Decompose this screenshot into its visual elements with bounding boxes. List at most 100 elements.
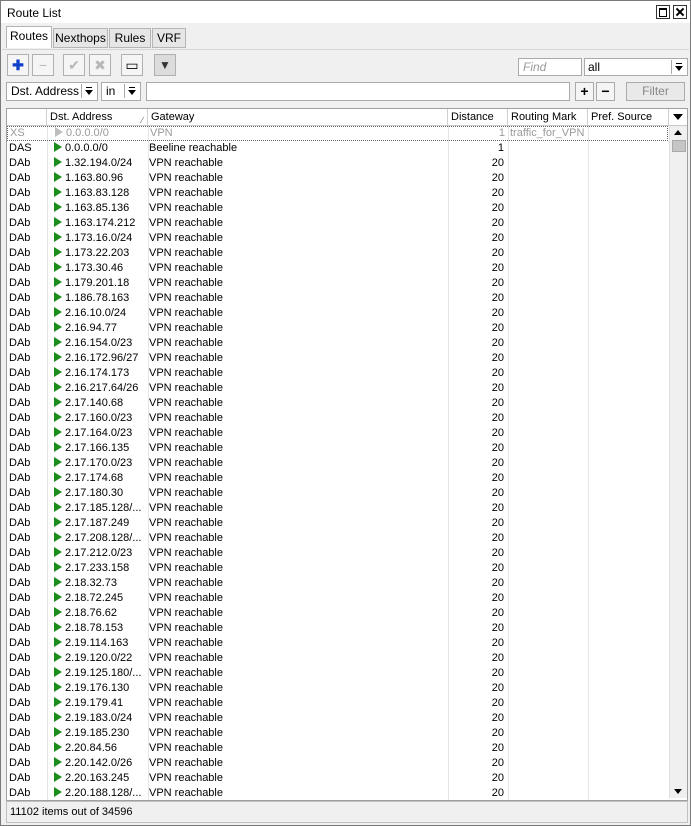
table-row[interactable]: DAb 2.16.94.77 VPN reachable 20 bbox=[7, 321, 668, 336]
table-row[interactable]: DAb 2.16.10.0/24 VPN reachable 20 bbox=[7, 306, 668, 321]
table-row[interactable]: DAb 2.19.185.230 VPN reachable 20 bbox=[7, 726, 668, 741]
route-flag-icon bbox=[54, 562, 62, 572]
route-flags: DAb bbox=[9, 682, 31, 694]
table-row[interactable]: DAb 1.179.201.18 VPN reachable 20 bbox=[7, 276, 668, 291]
table-row[interactable]: DAb 1.163.83.128 VPN reachable 20 bbox=[7, 186, 668, 201]
table-row[interactable]: DAb 2.17.187.249 VPN reachable 20 bbox=[7, 516, 668, 531]
scope-select[interactable]: all bbox=[584, 58, 688, 76]
route-dst-address: 0.0.0.0/0 bbox=[55, 127, 150, 140]
table-row[interactable]: DAb 1.163.174.212 VPN reachable 20 bbox=[7, 216, 668, 231]
table-row[interactable]: DAb 2.17.208.128/... VPN reachable 20 bbox=[7, 531, 668, 546]
column-header-routing-mark[interactable]: Routing Mark bbox=[508, 109, 588, 125]
filter-toggle-button[interactable]: ▼ bbox=[154, 54, 176, 76]
route-gateway: VPN reachable bbox=[149, 472, 223, 484]
table-row[interactable]: DAb 1.163.85.136 VPN reachable 20 bbox=[7, 201, 668, 216]
table-row[interactable]: DAb 2.16.217.64/26 VPN reachable 20 bbox=[7, 381, 668, 396]
table-row[interactable]: DAb 2.20.142.0/26 VPN reachable 20 bbox=[7, 756, 668, 771]
column-header-flags[interactable] bbox=[7, 109, 47, 125]
table-row[interactable]: DAb 1.173.30.46 VPN reachable 20 bbox=[7, 261, 668, 276]
table-row[interactable]: DAb 2.18.72.245 VPN reachable 20 bbox=[7, 591, 668, 606]
table-row[interactable]: DAb 2.17.233.158 VPN reachable 20 bbox=[7, 561, 668, 576]
table-row[interactable]: DAb 2.19.176.130 VPN reachable 20 bbox=[7, 681, 668, 696]
table-row[interactable]: DAb 2.18.32.73 VPN reachable 20 bbox=[7, 576, 668, 591]
table-row[interactable]: DAb 2.17.160.0/23 VPN reachable 20 bbox=[7, 411, 668, 426]
route-dst-address-text: 2.19.125.180/... bbox=[65, 667, 142, 679]
filter-field-select[interactable]: Dst. Address bbox=[6, 82, 98, 101]
filter-operator-value: in bbox=[106, 84, 116, 98]
table-row[interactable]: DAb 1.163.80.96 VPN reachable 20 bbox=[7, 171, 668, 186]
scroll-up-icon[interactable] bbox=[670, 126, 687, 140]
table-row[interactable]: DAb 2.19.114.163 VPN reachable 20 bbox=[7, 636, 668, 651]
table-row[interactable]: DAb 1.32.194.0/24 VPN reachable 20 bbox=[7, 156, 668, 171]
table-row[interactable]: DAb 2.19.125.180/... VPN reachable 20 bbox=[7, 666, 668, 681]
table-row[interactable]: DAb 2.17.180.30 VPN reachable 20 bbox=[7, 486, 668, 501]
add-button[interactable]: ✚ bbox=[7, 54, 29, 76]
route-distance: 20 bbox=[491, 202, 504, 214]
filter-operator-select[interactable]: in bbox=[101, 82, 141, 101]
table-row[interactable]: DAb 2.16.154.0/23 VPN reachable 20 bbox=[7, 336, 668, 351]
table-row[interactable]: DAb 2.20.84.56 VPN reachable 20 bbox=[7, 741, 668, 756]
table-row[interactable]: DAb 2.17.166.135 VPN reachable 20 bbox=[7, 441, 668, 456]
filter-remove-button[interactable]: − bbox=[596, 82, 615, 101]
route-gateway: VPN reachable bbox=[149, 232, 223, 244]
filter-value-input[interactable] bbox=[146, 82, 570, 101]
table-row[interactable]: DAb 2.16.174.173 VPN reachable 20 bbox=[7, 366, 668, 381]
route-flag-icon bbox=[54, 622, 62, 632]
filter-button[interactable]: Filter bbox=[626, 82, 685, 101]
column-header-distance[interactable]: Distance bbox=[448, 109, 508, 125]
scroll-down-icon[interactable] bbox=[670, 784, 687, 798]
table-row[interactable]: DAb 2.20.188.128/... VPN reachable 20 bbox=[7, 786, 668, 800]
remove-button[interactable]: − bbox=[32, 54, 54, 76]
route-flag-icon bbox=[54, 322, 62, 332]
table-row[interactable]: DAb 2.17.140.68 VPN reachable 20 bbox=[7, 396, 668, 411]
title-bar[interactable]: Route List bbox=[1, 1, 690, 23]
route-flags: DAb bbox=[9, 172, 31, 184]
comment-button[interactable]: ▭ bbox=[121, 54, 143, 76]
route-gateway: VPN reachable bbox=[149, 262, 223, 274]
table-row[interactable]: DAb 2.19.179.41 VPN reachable 20 bbox=[7, 696, 668, 711]
column-header-gateway[interactable]: Gateway bbox=[148, 109, 448, 125]
column-header-dst-address[interactable]: Dst. Address ⁄ bbox=[47, 109, 148, 125]
table-row[interactable]: DAb 2.17.212.0/23 VPN reachable 20 bbox=[7, 546, 668, 561]
tab-vrf[interactable]: VRF bbox=[152, 28, 186, 48]
route-dst-address: 1.186.78.163 bbox=[54, 291, 149, 306]
maximize-icon[interactable] bbox=[656, 5, 670, 19]
table-row[interactable]: DAb 1.173.22.203 VPN reachable 20 bbox=[7, 246, 668, 261]
table-row[interactable]: XS 0.0.0.0/0 VPN 1 traffic_for_VPN bbox=[7, 126, 668, 141]
enable-button[interactable]: ✔ bbox=[63, 54, 85, 76]
filter-field-dropdown-icon[interactable] bbox=[81, 84, 96, 98]
disable-button[interactable]: ✖ bbox=[89, 54, 111, 76]
table-row[interactable]: DAb 2.17.174.68 VPN reachable 20 bbox=[7, 471, 668, 486]
table-row[interactable]: DAb 2.20.163.245 VPN reachable 20 bbox=[7, 771, 668, 786]
table-row[interactable]: DAb 2.17.185.128/... VPN reachable 20 bbox=[7, 501, 668, 516]
table-row[interactable]: DAS 0.0.0.0/0 Beeline reachable 1 bbox=[7, 141, 668, 156]
filter-add-button[interactable]: + bbox=[575, 82, 594, 101]
column-header-pref-source[interactable]: Pref. Source bbox=[588, 109, 669, 125]
table-row[interactable]: DAb 2.16.172.96/27 VPN reachable 20 bbox=[7, 351, 668, 366]
close-icon[interactable] bbox=[673, 5, 687, 19]
column-chooser-icon[interactable] bbox=[669, 109, 687, 125]
table-row[interactable]: DAb 1.186.78.163 VPN reachable 20 bbox=[7, 291, 668, 306]
filter-operator-dropdown-icon[interactable] bbox=[124, 84, 139, 98]
tab-routes[interactable]: Routes bbox=[6, 26, 52, 48]
route-flags: DAb bbox=[9, 547, 31, 559]
route-dst-address: 2.18.76.62 bbox=[54, 606, 149, 621]
tab-rules[interactable]: Rules bbox=[109, 28, 151, 48]
table-row[interactable]: DAb 2.17.164.0/23 VPN reachable 20 bbox=[7, 426, 668, 441]
table-row[interactable]: DAb 2.18.76.62 VPN reachable 20 bbox=[7, 606, 668, 621]
route-distance: 20 bbox=[491, 277, 504, 289]
tab-nexthops[interactable]: Nexthops bbox=[53, 28, 108, 48]
vertical-scrollbar[interactable] bbox=[669, 126, 687, 798]
route-gateway: VPN reachable bbox=[149, 337, 223, 349]
route-gateway: VPN reachable bbox=[149, 682, 223, 694]
table-row[interactable]: DAb 2.18.78.153 VPN reachable 20 bbox=[7, 621, 668, 636]
table-row[interactable]: DAb 2.19.183.0/24 VPN reachable 20 bbox=[7, 711, 668, 726]
table-row[interactable]: DAb 1.173.16.0/24 VPN reachable 20 bbox=[7, 231, 668, 246]
route-gateway: VPN reachable bbox=[149, 277, 223, 289]
route-dst-address: 1.163.80.96 bbox=[54, 171, 149, 186]
scope-dropdown-icon[interactable] bbox=[671, 60, 686, 74]
table-row[interactable]: DAb 2.17.170.0/23 VPN reachable 20 bbox=[7, 456, 668, 471]
table-row[interactable]: DAb 2.19.120.0/22 VPN reachable 20 bbox=[7, 651, 668, 666]
find-input[interactable]: Find bbox=[518, 58, 582, 76]
scrollbar-thumb[interactable] bbox=[672, 140, 686, 152]
